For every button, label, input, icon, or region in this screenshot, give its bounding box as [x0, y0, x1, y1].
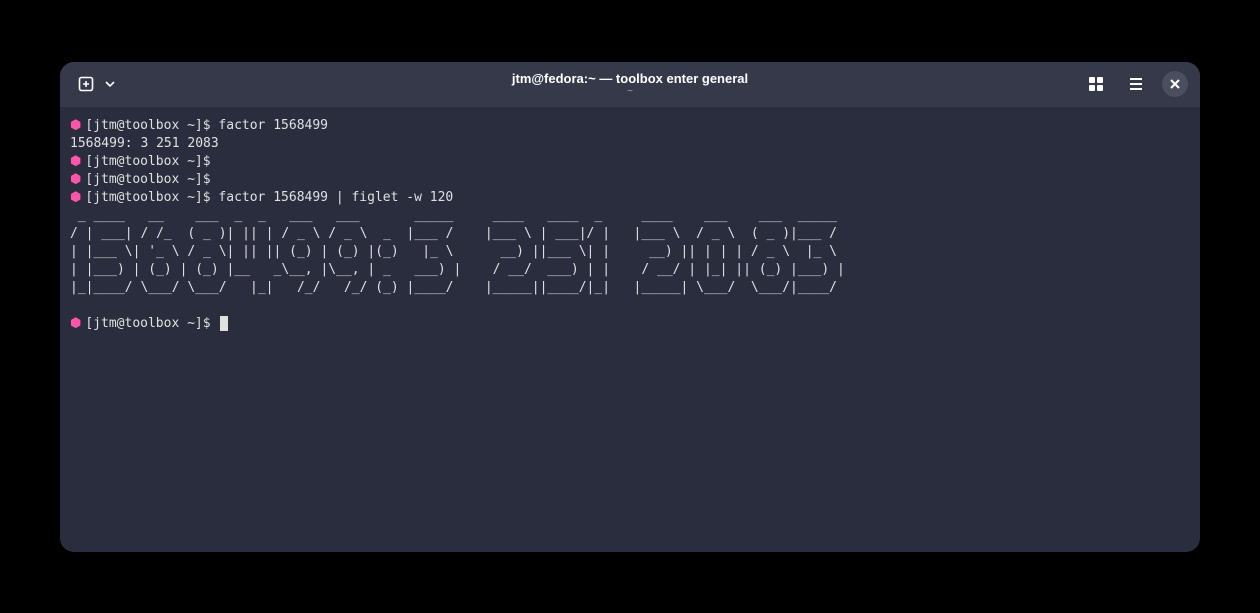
terminal-window: jtm@fedora:~ — toolbox enter general ~ — [60, 62, 1200, 552]
figlet-output: _ ____ __ ___ _ _ ___ ___ _____ ____ ___… — [70, 207, 1190, 297]
prompt-line: ⬢ [jtm@toolbox ~]$ — [70, 171, 1190, 189]
overview-button[interactable] — [1082, 70, 1110, 98]
titlebar-center: jtm@fedora:~ — toolbox enter general ~ — [512, 71, 748, 98]
hexagon-icon: ⬢ — [70, 315, 81, 333]
new-tab-group — [72, 70, 120, 98]
prompt-user: [jtm@toolbox ~]$ — [85, 171, 210, 189]
prompt-user: [jtm@toolbox ~]$ — [85, 117, 210, 135]
prompt-line: ⬢ [jtm@toolbox ~]$ factor 1568499 — [70, 117, 1190, 135]
new-tab-button[interactable] — [72, 70, 100, 98]
output-line: 1568499: 3 251 2083 — [70, 135, 1190, 153]
titlebar: jtm@fedora:~ — toolbox enter general ~ — [60, 62, 1200, 107]
window-title: jtm@fedora:~ — toolbox enter general — [512, 71, 748, 87]
prompt-command: factor 1568499 | figlet -w 120 — [218, 189, 453, 207]
prompt-line: ⬢ [jtm@toolbox ~]$ factor 1568499 | figl… — [70, 189, 1190, 207]
window-subtitle: ~ — [512, 87, 748, 97]
chevron-down-icon — [105, 79, 115, 89]
hexagon-icon: ⬢ — [70, 117, 81, 135]
prompt-user: [jtm@toolbox ~]$ — [85, 189, 210, 207]
hamburger-icon — [1128, 76, 1144, 92]
terminal-body[interactable]: ⬢ [jtm@toolbox ~]$ factor 1568499 156849… — [60, 107, 1200, 552]
prompt-command: factor 1568499 — [218, 117, 328, 135]
grid-icon — [1088, 76, 1104, 92]
prompt-user: [jtm@toolbox ~]$ — [85, 315, 210, 333]
prompt-line: ⬢ [jtm@toolbox ~]$ — [70, 153, 1190, 171]
blank-line — [70, 297, 1190, 315]
close-button[interactable] — [1162, 71, 1188, 97]
new-tab-dropdown-button[interactable] — [100, 70, 120, 98]
prompt-user: [jtm@toolbox ~]$ — [85, 153, 210, 171]
titlebar-left — [72, 70, 120, 98]
titlebar-right — [1082, 70, 1188, 98]
cursor — [220, 316, 228, 331]
hexagon-icon: ⬢ — [70, 171, 81, 189]
hexagon-icon: ⬢ — [70, 189, 81, 207]
close-icon — [1169, 78, 1181, 90]
plus-box-icon — [78, 76, 94, 92]
prompt-line-active: ⬢ [jtm@toolbox ~]$ — [70, 315, 1190, 333]
hexagon-icon: ⬢ — [70, 153, 81, 171]
menu-button[interactable] — [1122, 70, 1150, 98]
